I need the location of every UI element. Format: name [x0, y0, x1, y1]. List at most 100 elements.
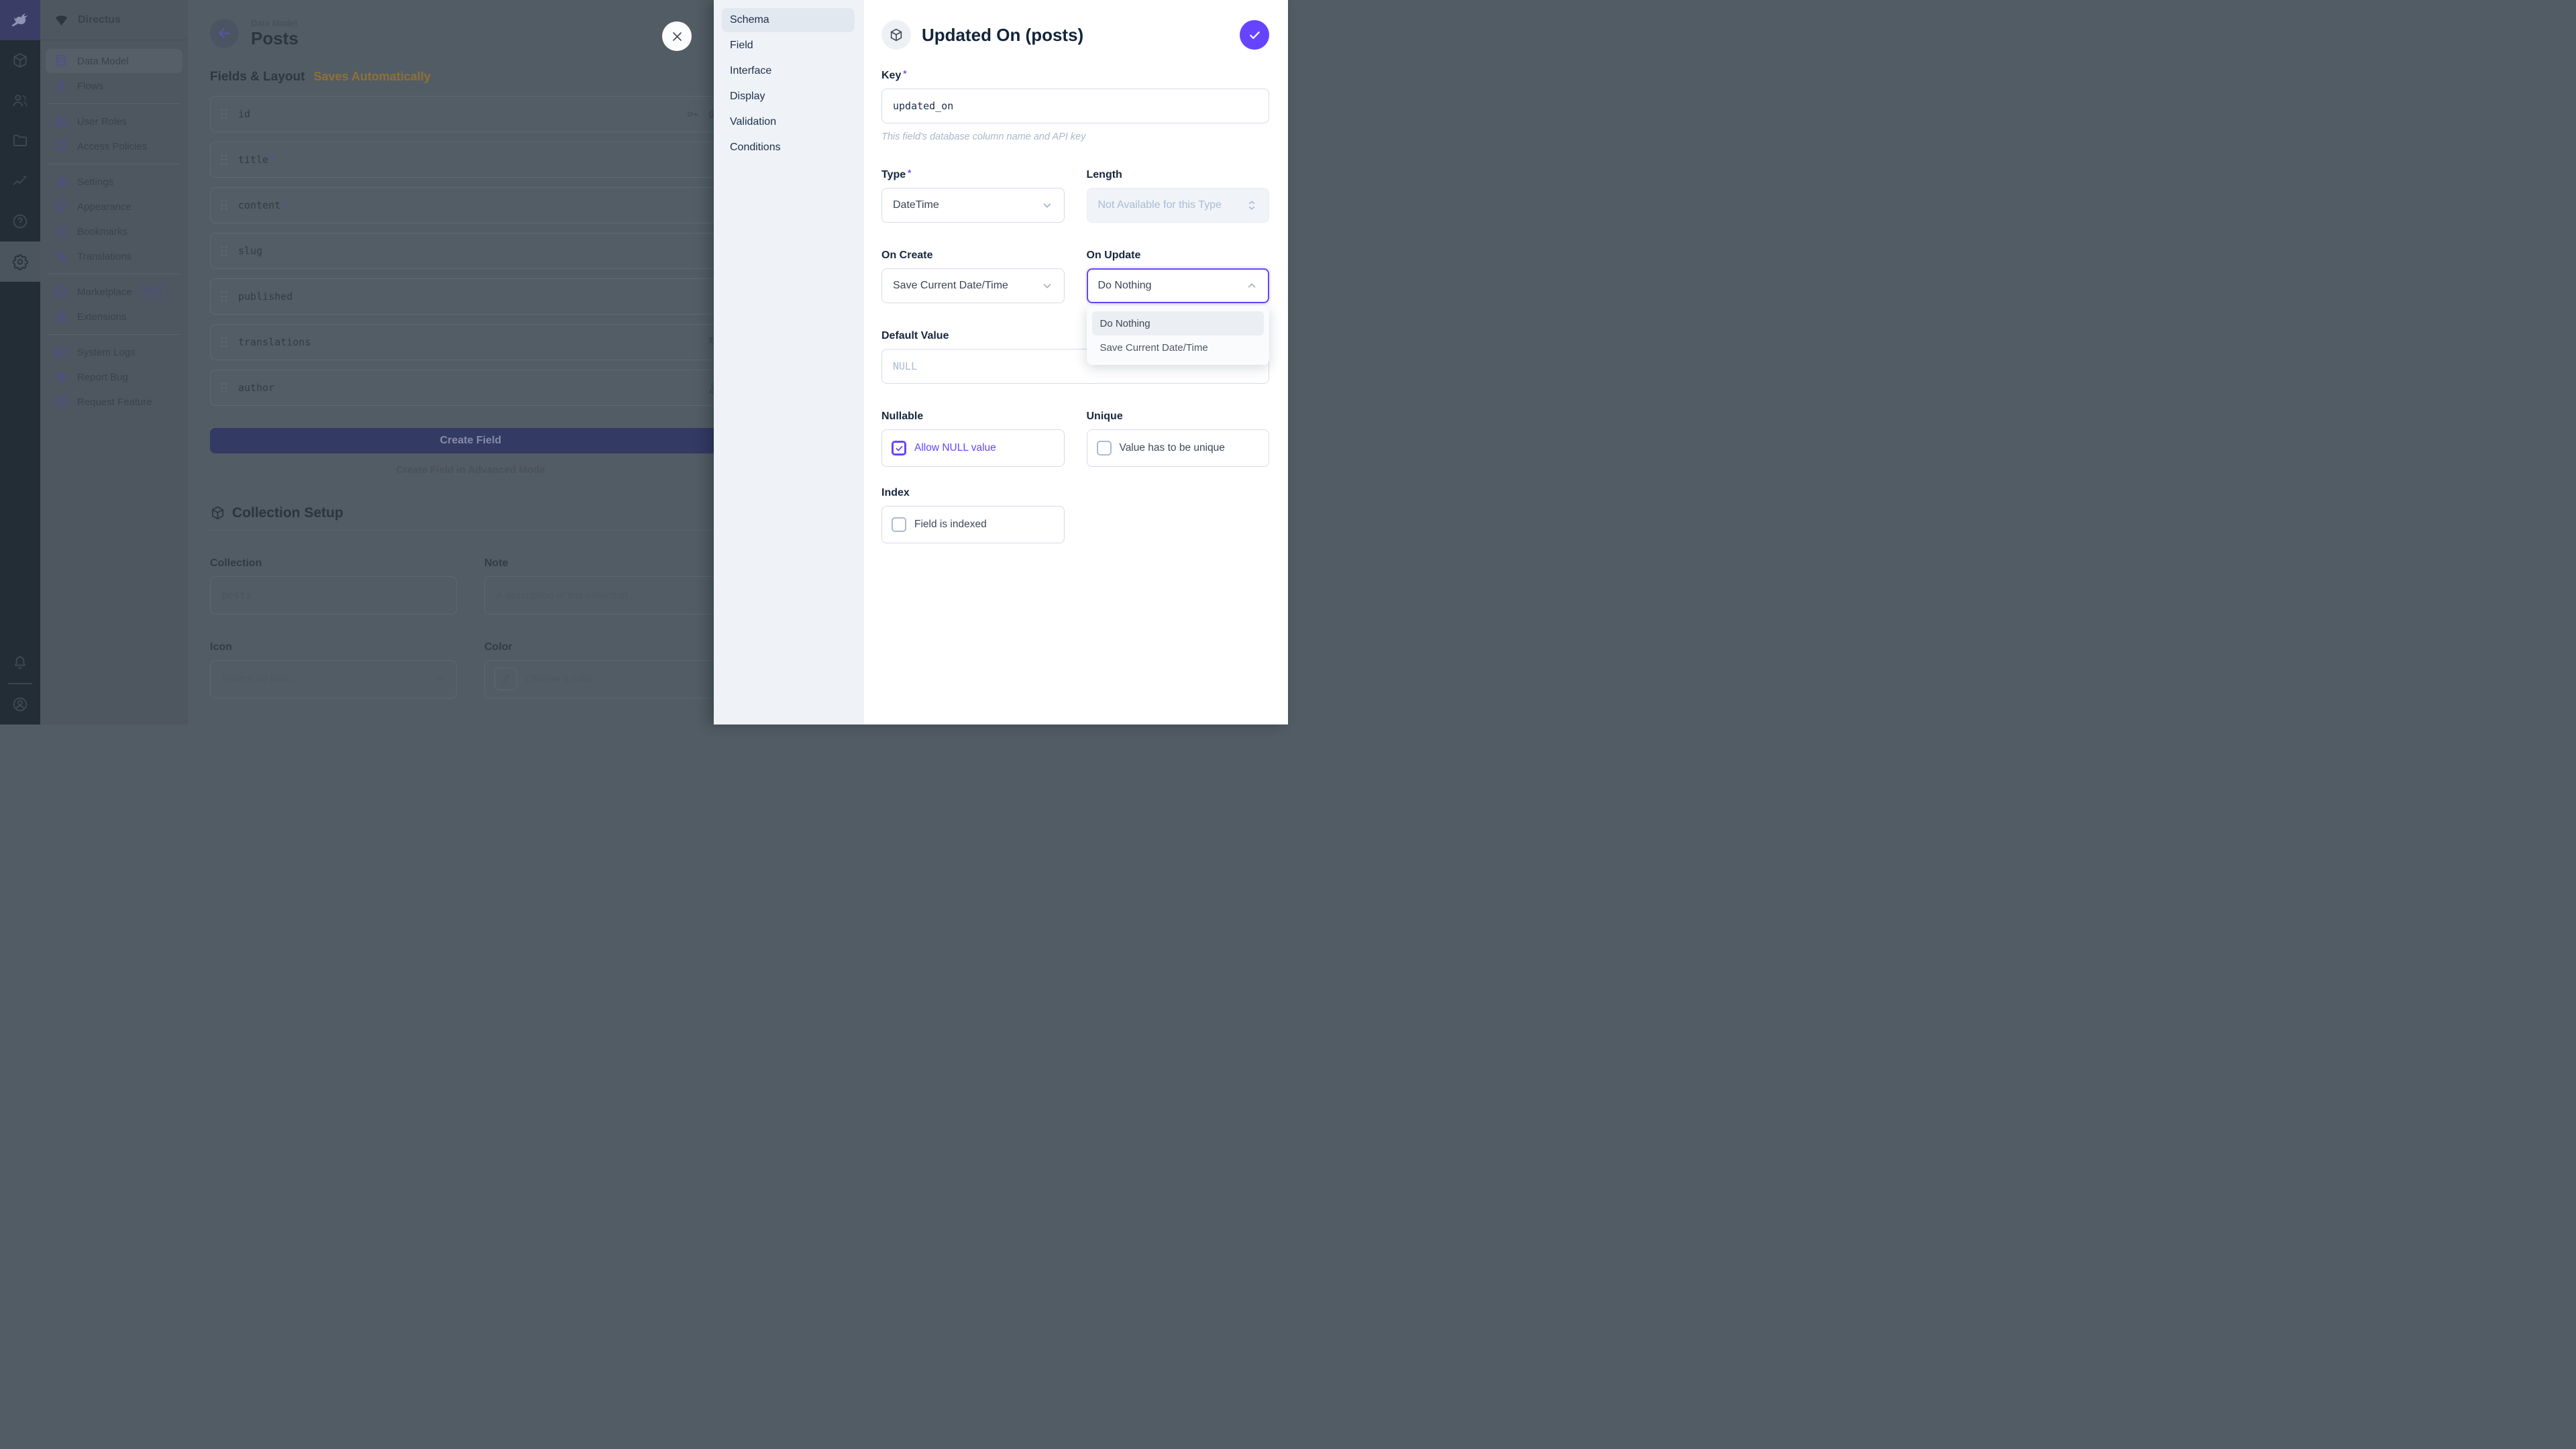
dropdown-option-save-current[interactable]: Save Current Date/Time — [1092, 335, 1265, 360]
icon-field-group: Icon — [210, 641, 457, 698]
on-create-select[interactable]: Save Current Date/Time — [881, 268, 1065, 303]
nav-item-user-roles[interactable]: User Roles — [46, 109, 182, 133]
drawer-close-button[interactable] — [662, 21, 692, 51]
checkbox-unchecked-icon[interactable] — [1097, 441, 1112, 455]
module-content[interactable] — [0, 40, 40, 80]
eye-off-icon — [706, 107, 714, 121]
drag-handle-icon[interactable] — [220, 108, 228, 120]
field-row-slug[interactable]: slug — [210, 233, 714, 269]
chevron-down-icon — [434, 673, 445, 685]
new-releases-icon — [54, 394, 68, 409]
color-input-wrap[interactable] — [484, 660, 714, 698]
icon-select[interactable] — [210, 660, 457, 698]
nullable-label: Nullable — [881, 411, 1065, 423]
create-field-button[interactable]: Create Field — [210, 428, 714, 453]
field-name: title — [238, 154, 268, 166]
field-row-id[interactable]: id — [210, 96, 714, 132]
nav-item-extensions[interactable]: Extensions — [46, 305, 182, 329]
drag-handle-icon[interactable] — [220, 154, 228, 166]
close-icon — [671, 30, 684, 43]
tab-field[interactable]: Field — [722, 34, 855, 58]
required-marker: * — [281, 199, 287, 211]
bolt-icon — [54, 78, 68, 93]
drag-handle-icon[interactable] — [220, 199, 228, 211]
drag-handle-icon[interactable] — [220, 382, 228, 394]
account-circle-icon — [11, 696, 29, 713]
key-input[interactable] — [881, 89, 1269, 123]
breadcrumb[interactable]: Data Model — [251, 18, 299, 28]
nav-item-label: System Logs — [77, 347, 136, 358]
chevron-down-icon — [1041, 280, 1053, 292]
nav-item-report-bug[interactable]: Report Bug — [46, 365, 182, 389]
collection-input — [221, 589, 445, 601]
nav-item-appearance[interactable]: Appearance — [46, 195, 182, 219]
module-users[interactable] — [0, 80, 40, 121]
notifications-button[interactable] — [0, 643, 40, 683]
palette-icon — [54, 199, 68, 214]
collection-label: Collection — [210, 557, 457, 570]
field-name: published — [238, 290, 292, 303]
field-row-translations[interactable]: translations — [210, 324, 714, 360]
account-button[interactable] — [0, 684, 40, 724]
nav-item-data-model[interactable]: Data Model — [46, 49, 182, 73]
nav-item-marketplace[interactable]: Marketplace Beta — [46, 280, 182, 304]
advanced-mode-link[interactable]: Create Field in Advanced Mode — [210, 464, 714, 476]
module-insights[interactable] — [0, 161, 40, 201]
nav-item-label: Request Feature — [77, 396, 152, 408]
nav-sidebar: Directus Data Model Flows User Roles Acc… — [40, 0, 188, 724]
field-row-published[interactable]: published — [210, 278, 714, 315]
tab-conditions[interactable]: Conditions — [722, 136, 855, 160]
nav-item-label: User Roles — [77, 116, 127, 127]
nullable-checkbox-row[interactable]: Allow NULL value — [881, 429, 1065, 467]
tab-validation[interactable]: Validation — [722, 110, 855, 134]
nav-item-access-policies[interactable]: Access Policies — [46, 134, 182, 158]
module-files[interactable] — [0, 121, 40, 161]
nav-item-bookmarks[interactable]: Bookmarks — [46, 219, 182, 244]
nav-item-request-feature[interactable]: Request Feature — [46, 390, 182, 414]
index-checkbox-row[interactable]: Field is indexed — [881, 506, 1065, 543]
on-update-label: On Update — [1087, 250, 1270, 262]
note-input-wrap[interactable] — [484, 576, 714, 614]
checkbox-unchecked-icon[interactable] — [892, 517, 906, 532]
icon-search-input[interactable] — [221, 674, 434, 685]
type-select[interactable]: DateTime — [881, 188, 1065, 223]
note-input[interactable] — [496, 590, 714, 601]
eyedropper-button[interactable] — [494, 667, 517, 690]
nav-item-system-logs[interactable]: System Logs — [46, 340, 182, 364]
nav-item-settings[interactable]: Settings — [46, 170, 182, 194]
tab-display[interactable]: Display — [722, 85, 855, 109]
module-settings[interactable] — [0, 241, 40, 282]
back-button[interactable] — [210, 19, 239, 48]
gear-icon — [11, 253, 29, 270]
nav-item-label: Data Model — [77, 56, 129, 67]
stepper-icon — [1246, 199, 1258, 211]
module-help[interactable] — [0, 201, 40, 241]
on-update-field-group: On Update Do Nothing Do Nothing Save Cur… — [1087, 250, 1270, 303]
tab-schema[interactable]: Schema — [722, 8, 855, 32]
unique-checkbox-row[interactable]: Value has to be unique — [1087, 429, 1270, 467]
drawer-title: Updated On (posts) — [922, 25, 1240, 46]
on-update-select[interactable]: Do Nothing — [1087, 268, 1270, 303]
schema-form: Key* This field's database column name a… — [881, 70, 1269, 543]
field-row-title[interactable]: title* — [210, 142, 714, 178]
nav-item-flows[interactable]: Flows — [46, 74, 182, 98]
index-checkbox-label: Field is indexed — [914, 519, 987, 531]
field-drawer: Schema Field Interface Display Validatio… — [714, 0, 1288, 724]
checkbox-checked-icon[interactable] — [892, 441, 906, 455]
tab-interface[interactable]: Interface — [722, 59, 855, 83]
drag-handle-icon[interactable] — [220, 336, 228, 348]
nav-item-translations[interactable]: Translations — [46, 244, 182, 268]
field-row-author[interactable]: author — [210, 370, 714, 406]
tune-icon — [54, 174, 68, 189]
dropdown-option-do-nothing[interactable]: Do Nothing — [1092, 311, 1265, 335]
color-input[interactable] — [525, 674, 714, 685]
field-list: id title* content* slug published — [210, 96, 714, 406]
drag-handle-icon[interactable] — [220, 245, 228, 257]
folder-icon — [11, 132, 29, 150]
save-button[interactable] — [1240, 20, 1269, 50]
directus-logo[interactable] — [0, 0, 40, 40]
field-row-content[interactable]: content* — [210, 187, 714, 223]
field-type-badge — [881, 20, 911, 50]
drag-handle-icon[interactable] — [220, 290, 228, 303]
project-header[interactable]: Directus — [40, 0, 188, 40]
